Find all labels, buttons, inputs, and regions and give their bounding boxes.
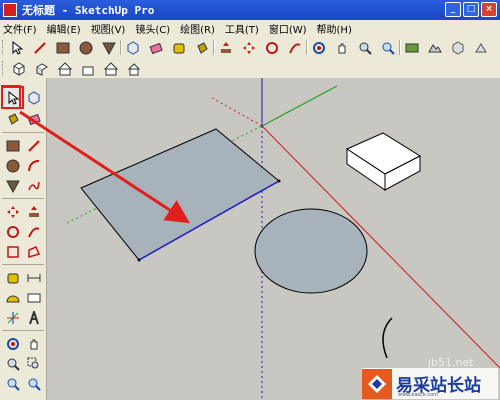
annotation-overlay [1, 85, 191, 224]
selection-highlight-box [1, 85, 21, 109]
watermark-logo-icon [362, 368, 392, 399]
watermark-sub: www.easck.com [398, 392, 439, 398]
annotation-arrow [19, 110, 191, 224]
